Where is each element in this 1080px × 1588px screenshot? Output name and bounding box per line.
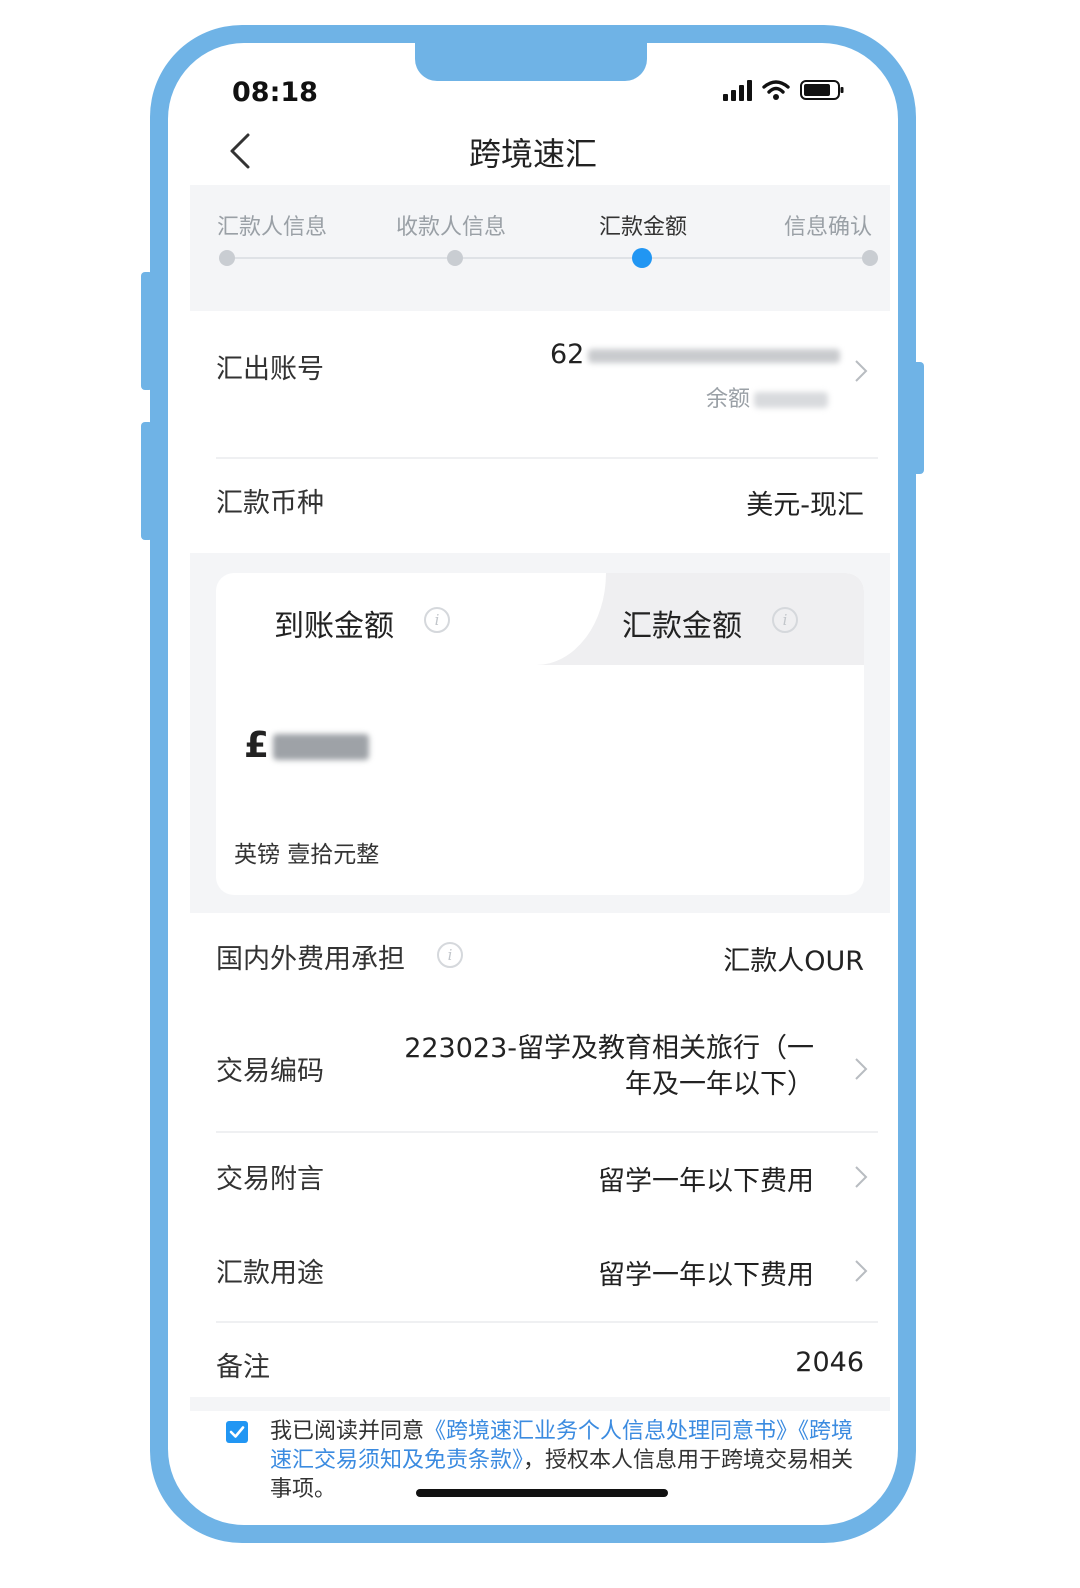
balance-masked <box>754 392 829 408</box>
section-gap <box>190 1397 890 1411</box>
account-number-prefix: 62 <box>550 339 585 370</box>
chevron-right-icon <box>855 1058 868 1080</box>
account-label: 汇出账号 <box>216 354 324 385</box>
account-number-masked <box>588 348 841 363</box>
fees-label: 国内外费用承担 <box>216 944 405 975</box>
amount-in-words: 英镑 壹拾元整 <box>234 842 380 868</box>
step-3-label: 汇款金额 <box>599 215 688 240</box>
purpose-label: 汇款用途 <box>216 1258 324 1289</box>
account-balance: 余额 <box>706 381 829 413</box>
agreement-checkbox[interactable] <box>226 1421 248 1443</box>
tab-receive-amount[interactable]: 到账金额 <box>274 601 394 645</box>
divider <box>216 1321 878 1323</box>
account-number: 62 <box>550 339 841 370</box>
status-icons <box>723 79 844 101</box>
trade-code-line-1: 223023-留学及教育相关旅行（一 <box>404 1033 814 1064</box>
phone-notch <box>415 43 647 81</box>
wifi-icon <box>762 80 790 100</box>
home-indicator[interactable] <box>416 1489 668 1497</box>
step-1-dot <box>219 250 235 266</box>
progress-stepper: 汇款人信息 收款人信息 汇款金额 信息确认 <box>190 185 890 311</box>
info-icon[interactable]: i <box>437 942 463 968</box>
status-time: 08:18 <box>232 77 318 108</box>
page-title: 跨境速汇 <box>468 135 597 173</box>
info-icon[interactable]: i <box>772 607 798 633</box>
remark-value: 2046 <box>795 1347 864 1378</box>
divider <box>216 1131 878 1133</box>
phone-frame: 08:18 跨境速汇 汇款人信息 收款人信息 汇款金额 信息确认 汇出账号 62… <box>150 25 916 1543</box>
tab-remit-label[interactable]: 汇款金额 <box>622 601 742 645</box>
currency-symbol: £ <box>244 725 270 766</box>
amount-input[interactable]: £ <box>244 725 370 766</box>
trade-code-label: 交易编码 <box>216 1056 324 1087</box>
agreement-prefix: 我已阅读并同意 <box>270 1419 425 1444</box>
app-screen: 08:18 跨境速汇 汇款人信息 收款人信息 汇款金额 信息确认 汇出账号 62… <box>168 43 898 1525</box>
battery-icon <box>800 80 844 100</box>
remark-label: 备注 <box>216 1352 270 1383</box>
divider <box>216 457 878 459</box>
step-3-dot <box>632 248 652 268</box>
step-2-dot <box>447 250 463 266</box>
step-1-label: 汇款人信息 <box>217 215 328 240</box>
trade-code-line-2: 年及一年以下） <box>625 1069 814 1100</box>
balance-label: 余额 <box>706 387 751 412</box>
purpose-value: 留学一年以下费用 <box>598 1260 814 1291</box>
info-icon[interactable]: i <box>424 607 450 633</box>
step-4-label: 信息确认 <box>784 215 873 240</box>
amount-card: 到账金额 i 汇款金额 i £ 英镑 壹拾元整 <box>216 573 864 895</box>
chevron-right-icon <box>855 1260 868 1282</box>
currency-label: 汇款币种 <box>216 488 324 519</box>
trade-note-label: 交易附言 <box>216 1164 324 1195</box>
amount-masked <box>273 734 370 760</box>
step-4-dot <box>862 250 878 266</box>
stepper-track <box>227 257 871 259</box>
trade-note-value: 留学一年以下费用 <box>598 1166 814 1197</box>
privacy-consent-link[interactable]: 《跨境速汇业务个人信息处理同意书》 <box>424 1419 798 1444</box>
currency-value: 美元-现汇 <box>746 490 864 521</box>
trade-code-value: 223023-留学及教育相关旅行（一 年及一年以下） <box>404 1031 814 1103</box>
chevron-right-icon <box>855 1166 868 1188</box>
chevron-right-icon <box>855 360 868 382</box>
fees-value: 汇款人OUR <box>723 946 864 977</box>
step-2-label: 收款人信息 <box>396 215 507 240</box>
signal-icon <box>723 79 752 101</box>
